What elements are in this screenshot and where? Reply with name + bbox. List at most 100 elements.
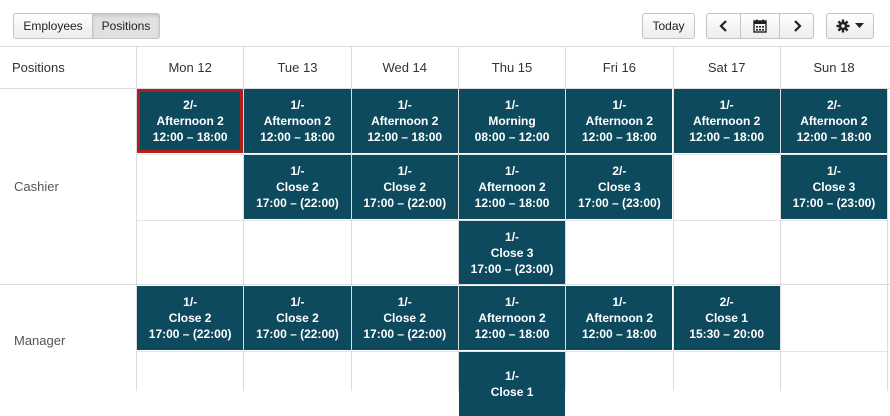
shift-block[interactable]: 1/- Afternoon 2 12:00 – 18:00 (566, 286, 673, 350)
chevron-right-icon (793, 20, 802, 32)
positions-column-header: Positions (12, 60, 65, 75)
shift-count: 1/- (290, 295, 305, 309)
slot-divider (673, 154, 780, 155)
shift-time: 17:00 – (22:00) (148, 327, 232, 341)
shift-block[interactable]: 1/- Morning 08:00 – 12:00 (458, 89, 566, 153)
shift-time: 12:00 – 18:00 (474, 196, 550, 210)
shift-name: Close 2 (276, 180, 319, 194)
shift-count: 1/- (505, 369, 520, 383)
position-label-cashier: Cashier (14, 179, 59, 194)
shift-time: 15:30 – 20:00 (689, 327, 765, 341)
slot-divider (244, 351, 351, 352)
shift-count: 1/- (397, 164, 412, 178)
shift-block[interactable]: 1/- Afternoon 2 12:00 – 18:00 (351, 89, 458, 153)
shift-count: 2/- (826, 98, 841, 112)
slot-divider (780, 220, 888, 221)
slot-divider (137, 351, 244, 352)
shift-block[interactable]: 1/- Close 2 17:00 – (22:00) (244, 155, 351, 219)
shift-block[interactable]: 1/- Afternoon 2 12:00 – 18:00 (566, 89, 673, 153)
shift-time: 12:00 – 18:00 (796, 130, 872, 144)
shift-count: 1/- (183, 295, 198, 309)
shift-block[interactable]: 2/- Close 3 17:00 – (23:00) (566, 155, 673, 219)
day-header-1: Tue 13 (243, 47, 350, 88)
shift-count: 1/- (505, 164, 520, 178)
shift-block[interactable]: 1/- Close 2 17:00 – (22:00) (351, 286, 458, 350)
shift-count: 1/- (612, 295, 627, 309)
shift-time: 12:00 – 18:00 (581, 327, 657, 341)
shift-count: 1/- (612, 98, 627, 112)
shift-name: Afternoon 2 (478, 311, 546, 325)
shift-block[interactable]: 1/- Close 2 17:00 – (22:00) (137, 286, 244, 350)
shift-name: Afternoon 2 (585, 114, 653, 128)
toolbar: Employees Positions Today (0, 0, 890, 46)
employees-view-button[interactable]: Employees (13, 13, 93, 39)
shift-time: 12:00 – 18:00 (152, 130, 228, 144)
shift-name: Close 1 (490, 385, 534, 399)
shift-name: Close 2 (168, 311, 212, 325)
slot-divider (780, 351, 888, 352)
shift-name: Close 3 (812, 180, 856, 194)
caret-down-icon (855, 23, 864, 28)
slot-divider (351, 220, 458, 221)
day-header-5: Sat 17 (672, 47, 780, 88)
shift-name: Afternoon 2 (800, 114, 868, 128)
shift-name: Close 3 (490, 246, 534, 260)
slot-divider (673, 351, 780, 352)
shift-name: Afternoon 2 (585, 311, 653, 325)
day-header-2: Wed 14 (350, 47, 458, 88)
shift-name: Close 2 (383, 180, 427, 194)
settings-dropdown-button[interactable] (826, 13, 874, 39)
shift-block[interactable]: 1/- Close 3 17:00 – (23:00) (458, 221, 566, 285)
slot-divider (351, 351, 458, 352)
day-header-0: Mon 12 (136, 47, 243, 88)
shift-block[interactable]: 1/- Close 1 (458, 352, 566, 416)
gear-icon (836, 19, 850, 33)
shift-block[interactable]: 2/- Close 1 15:30 – 20:00 (673, 286, 780, 350)
shift-name: Afternoon 2 (371, 114, 439, 128)
shift-count: 1/- (290, 164, 305, 178)
shift-time: 08:00 – 12:00 (474, 130, 550, 144)
shift-block[interactable]: 1/- Afternoon 2 12:00 – 18:00 (244, 89, 351, 153)
day-header-row: Positions Mon 12 Tue 13 Wed 14 Thu 15 Fri 16… (0, 47, 890, 89)
shift-count: 1/- (719, 98, 734, 112)
shift-time: 17:00 – (23:00) (470, 262, 554, 276)
shift-count: 1/- (397, 98, 412, 112)
shift-count: 2/- (719, 295, 734, 309)
shift-block[interactable]: 1/- Afternoon 2 12:00 – 18:00 (673, 89, 780, 153)
shift-time: 12:00 – 18:00 (367, 130, 443, 144)
shift-count: 1/- (826, 164, 841, 178)
positions-view-button[interactable]: Positions (92, 13, 160, 39)
shift-block[interactable]: 2/- Afternoon 2 12:00 – 18:00 (780, 89, 888, 153)
day-header-3: Thu 15 (457, 47, 565, 88)
shift-count: 1/- (505, 230, 520, 244)
row-divider (0, 284, 890, 285)
position-label-manager: Manager (14, 332, 66, 348)
shift-time: 17:00 – (22:00) (256, 327, 339, 341)
chevron-left-icon (718, 20, 727, 32)
slot-divider (244, 220, 351, 221)
shift-time: 12:00 – 18:00 (581, 130, 657, 144)
shift-block[interactable]: 1/- Close 3 17:00 – (23:00) (780, 155, 888, 219)
slot-divider (137, 220, 244, 221)
shift-count: 2/- (183, 98, 198, 112)
next-week-button[interactable] (779, 13, 814, 39)
shift-count: 1/- (290, 98, 305, 112)
shift-block[interactable]: 2/- Afternoon 2 12:00 – 18:00 (137, 89, 244, 153)
shift-count: 1/- (505, 98, 520, 112)
today-button[interactable]: Today (642, 13, 695, 39)
previous-week-button[interactable] (706, 13, 741, 39)
slot-divider (137, 154, 244, 155)
shift-block[interactable]: 1/- Afternoon 2 12:00 – 18:00 (458, 286, 566, 350)
shift-block[interactable]: 1/- Close 2 17:00 – (22:00) (244, 286, 351, 350)
shift-name: Morning (488, 114, 536, 128)
shift-time: 17:00 – (23:00) (577, 196, 661, 210)
schedule-grid: Positions Mon 12 Tue 13 Wed 14 Thu 15 Fri 16… (0, 46, 890, 416)
shift-name: Close 2 (276, 311, 319, 325)
date-picker-button[interactable] (740, 13, 780, 39)
shift-name: Close 1 (705, 311, 748, 325)
shift-time: 12:00 – 18:00 (260, 130, 335, 144)
shift-name: Close 2 (383, 311, 427, 325)
shift-block[interactable]: 1/- Close 2 17:00 – (22:00) (351, 155, 458, 219)
shift-block[interactable]: 1/- Afternoon 2 12:00 – 18:00 (458, 155, 566, 219)
day-header-6: Sun 18 (779, 47, 887, 88)
